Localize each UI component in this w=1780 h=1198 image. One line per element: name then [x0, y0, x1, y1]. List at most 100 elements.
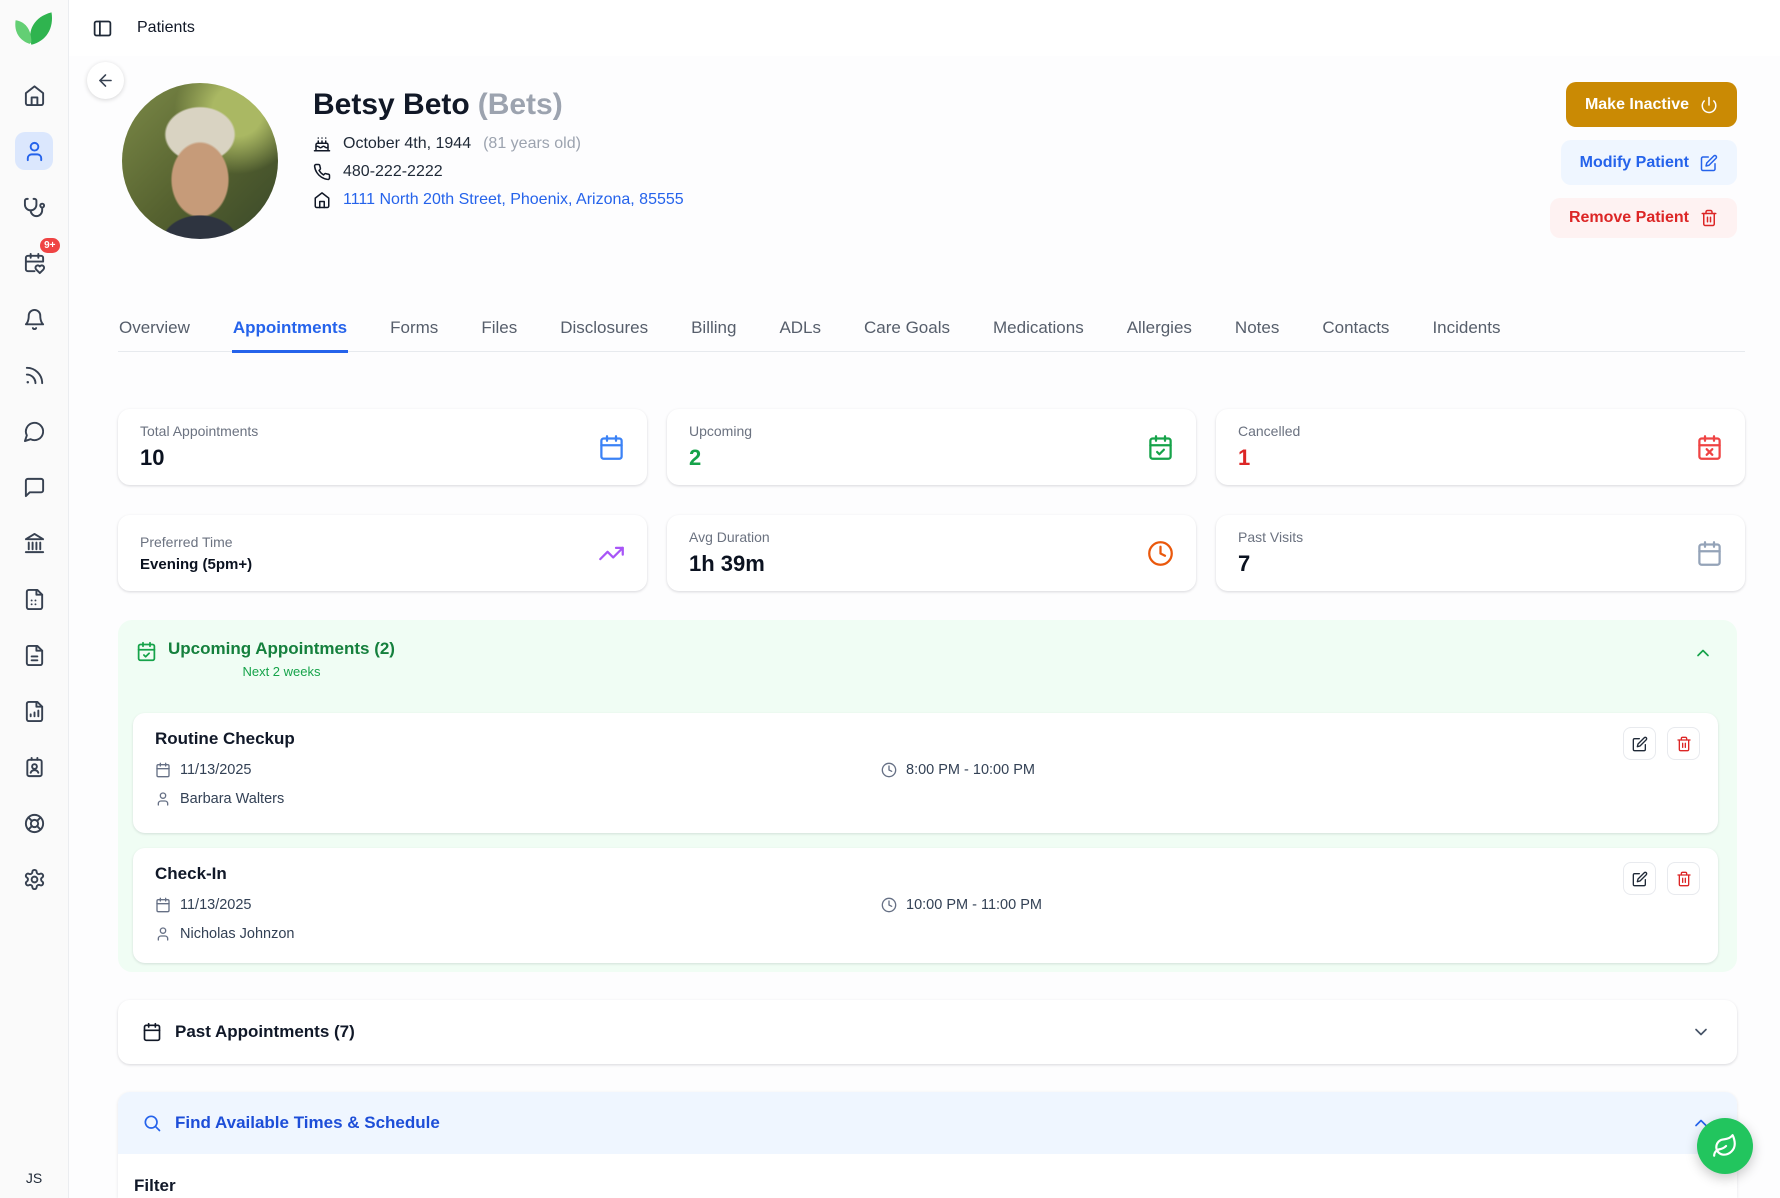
assistant-fab-button[interactable]: [1697, 1118, 1753, 1174]
patient-header: Betsy Beto(Bets) October 4th, 1944 (81 y…: [313, 84, 684, 210]
user-initials[interactable]: JS: [26, 1170, 42, 1186]
calendar-icon: [598, 434, 625, 461]
tab-contacts[interactable]: Contacts: [1321, 306, 1390, 353]
message-square-icon: [23, 476, 46, 499]
appointment-card-check-in: Check-In 11/13/2025 10:00 PM - 11:00 PM …: [133, 848, 1718, 963]
tab-files[interactable]: Files: [480, 306, 518, 353]
birthday-cake-icon: [313, 135, 331, 153]
sidebar-item-forms[interactable]: [15, 580, 53, 618]
page-title: Patients: [137, 19, 195, 37]
edit-icon: [1632, 736, 1648, 752]
sidebar-item-home[interactable]: [15, 76, 53, 114]
appointment-date-row: 11/13/2025 8:00 PM - 10:00 PM: [155, 762, 1696, 778]
past-appointments-title: Past Appointments (7): [175, 1022, 355, 1042]
sidebar-item-contacts[interactable]: [15, 748, 53, 786]
tab-care-goals[interactable]: Care Goals: [863, 306, 951, 353]
calendar-icon: [155, 762, 171, 778]
calendar-check-icon: [1147, 434, 1174, 461]
tab-disclosures[interactable]: Disclosures: [559, 306, 649, 353]
appointment-provider-row: Barbara Walters: [155, 791, 1696, 807]
patient-age: (81 years old): [483, 135, 581, 153]
calendar-icon: [142, 1022, 162, 1042]
calendar-check-icon: [136, 641, 157, 662]
sidebar-item-patients[interactable]: [15, 132, 53, 170]
schedule-title: Find Available Times & Schedule: [175, 1113, 440, 1133]
person-icon: [155, 926, 171, 942]
make-inactive-button[interactable]: Make Inactive: [1566, 82, 1737, 127]
modify-patient-button[interactable]: Modify Patient: [1561, 140, 1737, 185]
delete-appointment-button[interactable]: [1667, 727, 1700, 760]
rss-icon: [23, 364, 46, 387]
sidebar-item-notifications[interactable]: [15, 300, 53, 338]
top-bar: Patients: [68, 0, 1780, 56]
stat-label: Preferred Time: [140, 534, 252, 550]
tab-medications[interactable]: Medications: [992, 306, 1085, 353]
stat-preferred-time: Preferred Time Evening (5pm+): [118, 515, 647, 591]
app-logo-leaf-icon[interactable]: [11, 8, 57, 50]
appointment-time-row: 8:00 PM - 10:00 PM: [881, 762, 1035, 778]
upcoming-appointments-header[interactable]: Upcoming Appointments (2) Next 2 weeks: [118, 620, 1737, 679]
remove-patient-label: Remove Patient: [1569, 209, 1689, 227]
sidebar-item-chat[interactable]: [15, 412, 53, 450]
leaf-icon: [1712, 1133, 1738, 1159]
patient-tabs: Overview Appointments Forms Files Disclo…: [118, 306, 1745, 352]
sidebar-item-documents[interactable]: [15, 636, 53, 674]
tab-billing[interactable]: Billing: [690, 306, 737, 353]
appointment-time: 10:00 PM - 11:00 PM: [906, 897, 1042, 913]
tab-adls[interactable]: ADLs: [778, 306, 822, 353]
sidebar-item-messages[interactable]: [15, 468, 53, 506]
notification-count-badge: 9+: [38, 236, 62, 255]
clock-icon: [881, 762, 897, 778]
appointment-title: Check-In: [155, 864, 1696, 884]
patient-actions: Make Inactive Modify Patient Remove Pati…: [1550, 82, 1737, 238]
remove-patient-button[interactable]: Remove Patient: [1550, 198, 1737, 238]
stethoscope-icon: [23, 196, 46, 219]
upcoming-appointments-subtitle: Next 2 weeks: [242, 664, 320, 679]
phone-icon: [313, 163, 331, 181]
appointment-actions: [1623, 727, 1700, 760]
gear-icon: [23, 868, 46, 891]
tab-forms[interactable]: Forms: [389, 306, 439, 353]
patient-photo: [122, 83, 278, 239]
tab-allergies[interactable]: Allergies: [1126, 306, 1193, 353]
tab-overview[interactable]: Overview: [118, 306, 191, 353]
edit-appointment-button[interactable]: [1623, 727, 1656, 760]
appointment-date: 11/13/2025: [180, 897, 252, 913]
modify-patient-label: Modify Patient: [1580, 154, 1689, 172]
sidebar-item-billing[interactable]: [15, 524, 53, 562]
patient-address-link[interactable]: 1111 North 20th Street, Phoenix, Arizona…: [343, 191, 684, 209]
sidebar-item-support[interactable]: [15, 804, 53, 842]
clock-icon: [881, 897, 897, 913]
bell-icon: [23, 308, 46, 331]
sidebar-item-settings[interactable]: [15, 860, 53, 898]
schedule-header[interactable]: Find Available Times & Schedule: [118, 1092, 1737, 1154]
patient-nickname: (Bets): [478, 88, 563, 121]
delete-appointment-button[interactable]: [1667, 862, 1700, 895]
file-chart-icon: [23, 700, 46, 723]
edit-appointment-button[interactable]: [1623, 862, 1656, 895]
stat-label: Upcoming: [689, 423, 752, 439]
expand-past-button[interactable]: [1689, 1020, 1713, 1044]
collapse-upcoming-button[interactable]: [1691, 639, 1715, 665]
trash-icon: [1676, 736, 1692, 752]
stat-value: 7: [1238, 551, 1303, 577]
calendar-heart-icon: [23, 252, 46, 275]
tab-incidents[interactable]: Incidents: [1431, 306, 1501, 353]
stat-label: Cancelled: [1238, 423, 1300, 439]
past-appointments-section[interactable]: Past Appointments (7): [118, 1000, 1737, 1064]
back-button[interactable]: [87, 62, 124, 99]
stat-total-appointments: Total Appointments 10: [118, 409, 647, 485]
tab-notes[interactable]: Notes: [1234, 306, 1280, 353]
sidebar-item-care-calendar[interactable]: 9+: [15, 244, 53, 282]
sidebar-item-reports[interactable]: [15, 692, 53, 730]
landmark-icon: [23, 532, 46, 555]
app-window: 9+ JS Patients Betsy Beto(Bets) Octob: [0, 0, 1780, 1198]
tab-appointments[interactable]: Appointments: [232, 306, 348, 353]
sidebar-item-feed[interactable]: [15, 356, 53, 394]
sidebar-toggle-button[interactable]: [92, 18, 113, 39]
trending-up-icon: [598, 540, 625, 567]
schedule-section: Find Available Times & Schedule Filter: [118, 1092, 1737, 1198]
sidebar-item-clinical[interactable]: [15, 188, 53, 226]
stat-label: Avg Duration: [689, 529, 770, 545]
appointment-actions: [1623, 862, 1700, 895]
